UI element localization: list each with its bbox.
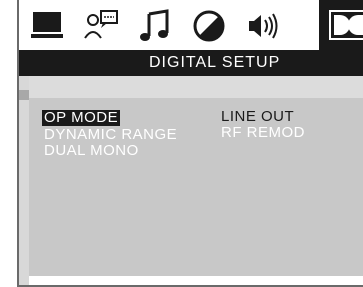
picture-contrast-icon[interactable] — [191, 8, 227, 44]
option-list: LINE OUT RF REMOD — [219, 109, 307, 141]
option-rf-remod[interactable]: RF REMOD — [219, 125, 307, 141]
menu-item-op-mode[interactable]: OP MODE — [42, 110, 121, 126]
settings-list: OP MODE DYNAMIC RANGE DUAL MONO — [42, 109, 179, 159]
settings-panel: OP MODE DYNAMIC RANGE DUAL MONO LINE OUT… — [29, 76, 363, 276]
language-icon[interactable] — [83, 8, 119, 44]
gutter-marker — [19, 90, 29, 100]
menu-item-dynamic-range[interactable]: DYNAMIC RANGE — [42, 127, 179, 143]
speaker-icon[interactable] — [245, 8, 281, 44]
menu-title-bar: DIGITAL SETUP — [19, 50, 363, 76]
setup-menu-window: DIGITAL SETUP OP MODE DYNAMIC RANGE DUAL… — [17, 0, 363, 287]
option-line-out[interactable]: LINE OUT — [219, 109, 307, 125]
monitor-icon[interactable] — [29, 8, 65, 44]
music-note-icon[interactable] — [137, 8, 173, 44]
category-icon-bar — [19, 0, 363, 50]
menu-item-dual-mono[interactable]: DUAL MONO — [42, 143, 179, 159]
left-gutter — [19, 76, 29, 285]
page-title: DIGITAL SETUP — [149, 54, 281, 71]
dolby-digital-icon[interactable] — [319, 0, 363, 50]
panel-top-strip — [29, 76, 363, 98]
